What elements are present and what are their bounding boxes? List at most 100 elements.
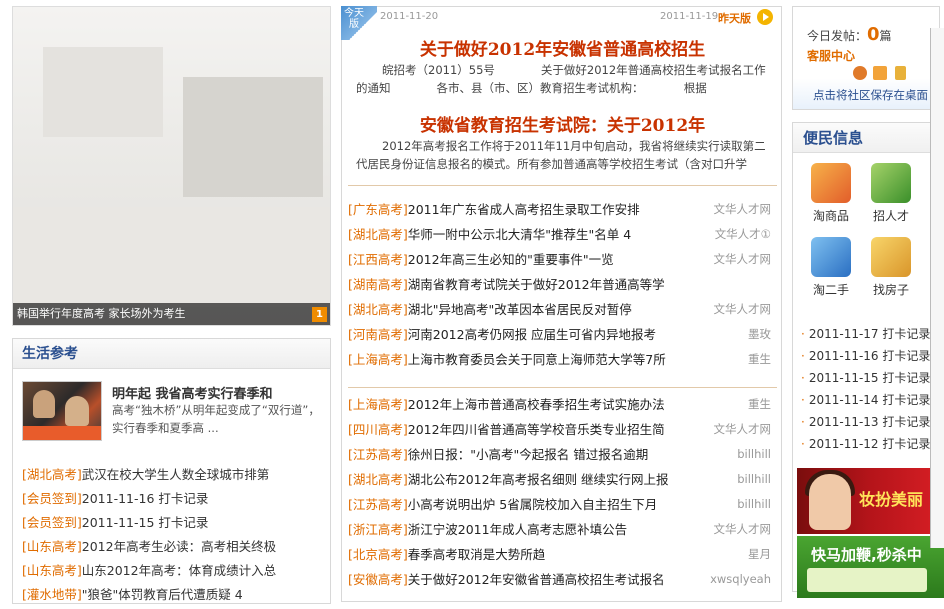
- table-row[interactable]: [湖北高考]华师一附中公示北大清华"推荐生"名单 4 文华人才①: [348, 222, 777, 247]
- headline-2[interactable]: 安徽省教育招生考试院：关于2012年: [342, 111, 783, 136]
- save-to-desktop-link[interactable]: 点击将社区保存在桌面: [813, 87, 928, 103]
- hero-caption[interactable]: 韩国举行年度高考 家长场外为考生: [13, 303, 330, 325]
- list-item[interactable]: 2011-11-15 打卡记录: [801, 367, 931, 389]
- item-source[interactable]: 重生: [748, 347, 771, 372]
- item-source[interactable]: 文华人才网: [714, 517, 772, 542]
- table-row[interactable]: [上海高考]2012年上海市普通高校春季招生考试实施办法 重生: [348, 392, 777, 417]
- service-shopping[interactable]: 淘商品: [801, 163, 861, 224]
- item-title[interactable]: 2012年高考生必读：高考相关终极: [82, 539, 276, 554]
- service-secondhand[interactable]: 淘二手: [801, 237, 861, 298]
- mail-icon[interactable]: [873, 66, 887, 80]
- item-tag[interactable]: [江苏高考]: [348, 497, 408, 512]
- item-tag[interactable]: [上海高考]: [348, 352, 408, 367]
- item-source[interactable]: 墨玫: [748, 322, 771, 347]
- list-item[interactable]: [灌水地带]"狼爸"体罚教育后代遭质疑 4: [22, 583, 276, 607]
- item-tag[interactable]: [湖南高考]: [348, 277, 408, 292]
- item-title[interactable]: 徐州日报："小高考"今起报名 错过报名逾期: [408, 447, 648, 462]
- item-title[interactable]: 湖南省教育考试院关于做好2012年普通高等学: [408, 277, 665, 292]
- item-tag[interactable]: [湖北高考]: [22, 467, 82, 482]
- feature-thumbnail[interactable]: [22, 381, 102, 441]
- list-item[interactable]: 2011-11-17 打卡记录: [801, 323, 931, 345]
- list-item[interactable]: [会员签到]2011-11-16 打卡记录: [22, 487, 276, 511]
- table-row[interactable]: [浙江高考]浙江宁波2011年成人高考志愿补填公告 文华人才网: [348, 517, 777, 542]
- list-item[interactable]: 2011-11-14 打卡记录: [801, 389, 931, 411]
- table-row[interactable]: [北京高考]春季高考取消是大势所趋 星月: [348, 542, 777, 567]
- item-title[interactable]: 2011-11-15 打卡记录: [82, 515, 209, 530]
- item-source[interactable]: 重生: [748, 392, 771, 417]
- item-tag[interactable]: [河南高考]: [348, 327, 408, 342]
- item-tag[interactable]: [湖北高考]: [348, 227, 408, 242]
- item-title[interactable]: 武汉在校大学生人数全球城市排第: [82, 467, 270, 482]
- item-title[interactable]: 小高考说明出炉 5省属院校加入自主招生下月: [408, 497, 657, 512]
- item-tag[interactable]: [灌水地带]: [22, 587, 82, 602]
- item-tag[interactable]: [上海高考]: [348, 397, 408, 412]
- service-label[interactable]: 淘商品: [813, 209, 849, 223]
- item-tag[interactable]: [会员签到]: [22, 515, 82, 530]
- item-title[interactable]: 华师一附中公示北大清华"推荐生"名单 4: [408, 227, 631, 242]
- service-label[interactable]: 淘二手: [813, 283, 849, 297]
- item-tag[interactable]: [广东高考]: [348, 202, 408, 217]
- item-tag[interactable]: [会员签到]: [22, 491, 82, 506]
- table-row[interactable]: [湖南高考]湖南省教育考试院关于做好2012年普通高等学: [348, 272, 777, 297]
- yesterday-edition-link[interactable]: 昨天版: [718, 10, 751, 26]
- headline-1[interactable]: 关于做好2012年安徽省普通高校招生: [342, 35, 783, 60]
- service-housing[interactable]: 找房子: [861, 237, 921, 298]
- item-source[interactable]: 星月: [748, 542, 771, 567]
- ad-banner-text[interactable]: 妆扮美丽: [859, 486, 923, 510]
- service-label[interactable]: 招人才: [873, 209, 909, 223]
- item-source[interactable]: xwsqlyeah: [710, 567, 771, 592]
- table-row[interactable]: [上海高考]上海市教育委员会关于同意上海师范大学等7所 重生: [348, 347, 777, 372]
- item-source[interactable]: billhill: [737, 492, 771, 517]
- item-source[interactable]: 文华人才网: [714, 297, 772, 322]
- item-source[interactable]: 文华人才网: [714, 247, 772, 272]
- customer-service-link[interactable]: 客服中心: [807, 47, 855, 64]
- item-title[interactable]: 湖北公布2012年高考报名细则 继续实行网上报: [408, 472, 669, 487]
- table-row[interactable]: [江苏高考]徐州日报："小高考"今起报名 错过报名逾期 billhill: [348, 442, 777, 467]
- item-source[interactable]: 文华人才网: [714, 197, 772, 222]
- table-row[interactable]: [江西高考]2012年高三生必知的"重要事件"一览 文华人才网: [348, 247, 777, 272]
- item-title[interactable]: 2012年四川省普通高等学校音乐类专业招生简: [408, 422, 665, 437]
- item-title[interactable]: 河南2012高考仍网报 应届生可省内异地报考: [408, 327, 656, 342]
- list-item[interactable]: [山东高考]山东2012年高考：体育成绩计入总: [22, 559, 276, 583]
- item-tag[interactable]: [山东高考]: [22, 563, 82, 578]
- list-item[interactable]: [会员签到]2011-11-15 打卡记录: [22, 511, 276, 535]
- list-item[interactable]: 2011-11-12 打卡记录: [801, 433, 931, 455]
- item-source[interactable]: 文华人才①: [715, 222, 771, 247]
- table-row[interactable]: [湖北高考]湖北"异地高考"改革因本省居民反对暂停 文华人才网: [348, 297, 777, 322]
- feature-title[interactable]: 明年起 我省高考实行春季和: [112, 383, 273, 402]
- table-row[interactable]: [广东高考]2011年广东省成人高考招生录取工作安排 文华人才网: [348, 197, 777, 222]
- item-title[interactable]: 2011-11-16 打卡记录: [82, 491, 209, 506]
- hero-index-badge[interactable]: 1: [312, 307, 327, 322]
- list-item[interactable]: 2011-11-13 打卡记录: [801, 411, 931, 433]
- floating-side-panel[interactable]: [930, 28, 944, 548]
- life-feature[interactable]: 明年起 我省高考实行春季和 高考“独木桥”从明年起变成了“双行道”，实行春季和夏…: [22, 381, 322, 443]
- table-row[interactable]: [湖北高考]湖北公布2012年高考报名细则 继续实行网上报 billhill: [348, 467, 777, 492]
- item-tag[interactable]: [江西高考]: [348, 252, 408, 267]
- item-title[interactable]: 2012年高三生必知的"重要事件"一览: [408, 252, 614, 267]
- note-icon[interactable]: [895, 66, 906, 80]
- qq-icon[interactable]: [853, 66, 867, 80]
- item-tag[interactable]: [北京高考]: [348, 547, 408, 562]
- item-source[interactable]: billhill: [737, 467, 771, 492]
- item-source[interactable]: 文华人才网: [714, 417, 772, 442]
- table-row[interactable]: [河南高考]河南2012高考仍网报 应届生可省内异地报考 墨玫: [348, 322, 777, 347]
- item-tag[interactable]: [江苏高考]: [348, 447, 408, 462]
- hero-slideshow[interactable]: 韩国举行年度高考 家长场外为考生 1: [12, 6, 331, 326]
- item-title[interactable]: 湖北"异地高考"改革因本省居民反对暂停: [408, 302, 632, 317]
- ad-banner-beauty[interactable]: 妆扮美丽: [797, 468, 944, 534]
- item-title[interactable]: 春季高考取消是大势所趋: [408, 547, 546, 562]
- item-tag[interactable]: [湖北高考]: [348, 472, 408, 487]
- ad-banner-text[interactable]: 快马加鞭,秒杀中: [811, 544, 922, 565]
- list-item[interactable]: 2011-11-16 打卡记录: [801, 345, 931, 367]
- item-title[interactable]: 2012年上海市普通高校春季招生考试实施办法: [408, 397, 665, 412]
- list-item[interactable]: [湖北高考]武汉在校大学生人数全球城市排第: [22, 463, 276, 487]
- table-row[interactable]: [四川高考]2012年四川省普通高等学校音乐类专业招生简 文华人才网: [348, 417, 777, 442]
- item-title[interactable]: "狼爸"体罚教育后代遭质疑 4: [82, 587, 243, 602]
- service-jobs[interactable]: 招人才: [861, 163, 921, 224]
- table-row[interactable]: [安徽高考]关于做好2012年安徽省普通高校招生考试报名 xwsqlyeah: [348, 567, 777, 592]
- item-tag[interactable]: [安徽高考]: [348, 572, 408, 587]
- service-label[interactable]: 找房子: [873, 283, 909, 297]
- table-row[interactable]: [江苏高考]小高考说明出炉 5省属院校加入自主招生下月 billhill: [348, 492, 777, 517]
- item-title[interactable]: 上海市教育委员会关于同意上海师范大学等7所: [408, 352, 666, 367]
- item-tag[interactable]: [山东高考]: [22, 539, 82, 554]
